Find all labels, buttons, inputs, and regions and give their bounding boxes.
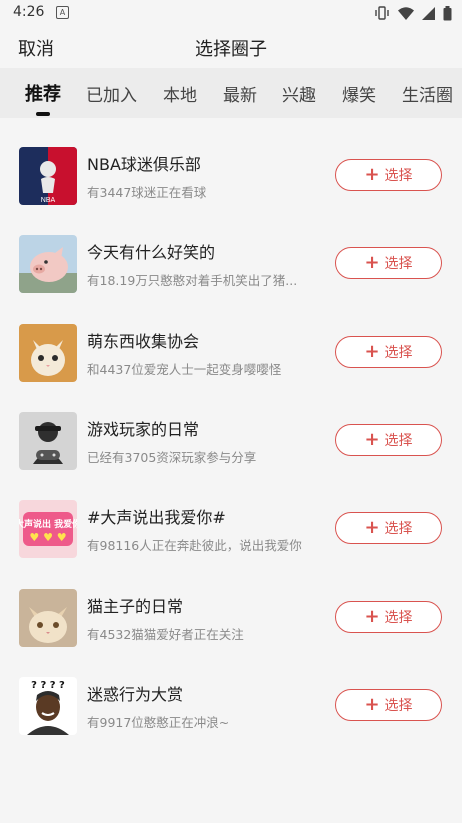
plus-icon: + — [364, 694, 380, 715]
circle-list: NBA NBA球迷俱乐部 有3447球迷正在看球 + 选择 今天有什么好笑的 有… — [0, 118, 462, 823]
tab-latest[interactable]: 最新 — [223, 81, 257, 106]
select-button[interactable]: + 选择 — [335, 336, 442, 368]
select-label: 选择 — [384, 345, 413, 361]
circle-name: 猫主子的日常 — [87, 597, 184, 616]
select-button[interactable]: + 选择 — [335, 247, 442, 279]
circle-name: 迷惑行为大赏 — [87, 685, 184, 704]
circle-name: #大声说出我爱你# — [87, 508, 226, 527]
battery-icon — [443, 5, 452, 20]
love-text-icon: 大声说出 我爱你 ♥ ♥ ♥ — [19, 500, 77, 558]
circle-name: 游戏玩家的日常 — [87, 420, 200, 439]
circle-row-love[interactable]: 大声说出 我爱你 ♥ ♥ ♥ #大声说出我爱你# 有98116人正在奔赴彼此，说… — [0, 500, 462, 588]
tab-interest[interactable]: 兴趣 — [282, 81, 316, 106]
wifi-icon — [398, 6, 414, 20]
select-label: 选择 — [384, 256, 413, 272]
plus-icon: + — [364, 252, 380, 273]
page-title: 选择圈子 — [195, 39, 267, 60]
title-bar: 取消 选择圈子 — [0, 26, 462, 68]
category-tabs: 推荐 已加入 本地 最新 兴趣 爆笑 生活圈 — [0, 68, 462, 118]
plus-icon: + — [364, 606, 380, 627]
nba-logo-icon: NBA — [19, 147, 77, 205]
gamer-icon — [19, 412, 77, 470]
circle-desc: 有98116人正在奔赴彼此，说出我爱你 — [87, 538, 302, 553]
nba-logo-text: NBA — [41, 197, 56, 204]
kitten-icon — [19, 324, 77, 382]
circle-name: 今天有什么好笑的 — [87, 243, 216, 262]
plus-icon: + — [364, 341, 380, 362]
tab-life-circle[interactable]: 生活圈 — [402, 81, 453, 106]
circle-desc: 有9917位憨憨正在冲浪~ — [87, 715, 230, 730]
plus-icon: + — [364, 164, 380, 185]
select-button[interactable]: + 选择 — [335, 512, 442, 544]
tab-joined[interactable]: 已加入 — [86, 81, 137, 106]
question-marks-text: ? ? ? ? — [31, 680, 65, 691]
select-button[interactable]: + 选择 — [335, 424, 442, 456]
love-text-line: 大声说出 我爱你 — [19, 518, 77, 530]
select-button[interactable]: + 选择 — [335, 159, 442, 191]
circle-row-cat[interactable]: 猫主子的日常 有4532猫猫爱好者正在关注 + 选择 — [0, 589, 462, 677]
tab-local[interactable]: 本地 — [163, 81, 197, 106]
notification-a-icon: A — [56, 6, 69, 19]
status-icons — [374, 5, 452, 21]
circle-row-confused[interactable]: ? ? ? ? 迷惑行为大赏 有9917位憨憨正在冲浪~ + 选择 — [0, 677, 462, 765]
status-bar: 4:26 A — [0, 0, 462, 26]
plus-icon: + — [364, 517, 380, 538]
circle-row-cute[interactable]: 萌东西收集协会 和4437位爱宠人士一起变身嘤嘤怪 + 选择 — [0, 324, 462, 412]
circle-row-gamer[interactable]: 游戏玩家的日常 已经有3705资深玩家参与分享 + 选择 — [0, 412, 462, 500]
circle-desc: 和4437位爱宠人士一起变身嘤嘤怪 — [87, 362, 282, 377]
circle-desc: 有4532猫猫爱好者正在关注 — [87, 627, 244, 642]
signal-icon — [422, 6, 435, 20]
tab-recommended[interactable]: 推荐 — [25, 80, 61, 106]
circle-desc: 有3447球迷正在看球 — [87, 185, 207, 200]
select-label: 选择 — [384, 521, 413, 537]
select-label: 选择 — [384, 168, 413, 184]
vibrate-icon — [375, 6, 389, 20]
plus-icon: + — [364, 429, 380, 450]
circle-row-nba[interactable]: NBA NBA球迷俱乐部 有3447球迷正在看球 + 选择 — [0, 147, 462, 235]
svg-text:♥ ♥ ♥: ♥ ♥ ♥ — [29, 531, 66, 544]
circle-desc: 已经有3705资深玩家参与分享 — [87, 450, 257, 465]
confused-man-icon: ? ? ? ? — [19, 677, 77, 735]
cat-icon — [19, 589, 77, 647]
select-button[interactable]: + 选择 — [335, 601, 442, 633]
select-label: 选择 — [384, 433, 413, 449]
tab-indicator — [36, 112, 50, 116]
select-button[interactable]: + 选择 — [335, 689, 442, 721]
select-label: 选择 — [384, 698, 413, 714]
circle-desc: 有18.19万只憨憨对着手机笑出了猪... — [87, 273, 298, 288]
tab-funny[interactable]: 爆笑 — [342, 81, 376, 106]
circle-name: NBA球迷俱乐部 — [87, 155, 201, 174]
status-time: 4:26 — [13, 4, 45, 20]
circle-name: 萌东西收集协会 — [87, 332, 200, 351]
select-label: 选择 — [384, 610, 413, 626]
circle-row-funny[interactable]: 今天有什么好笑的 有18.19万只憨憨对着手机笑出了猪... + 选择 — [0, 235, 462, 323]
pig-icon — [19, 235, 77, 293]
